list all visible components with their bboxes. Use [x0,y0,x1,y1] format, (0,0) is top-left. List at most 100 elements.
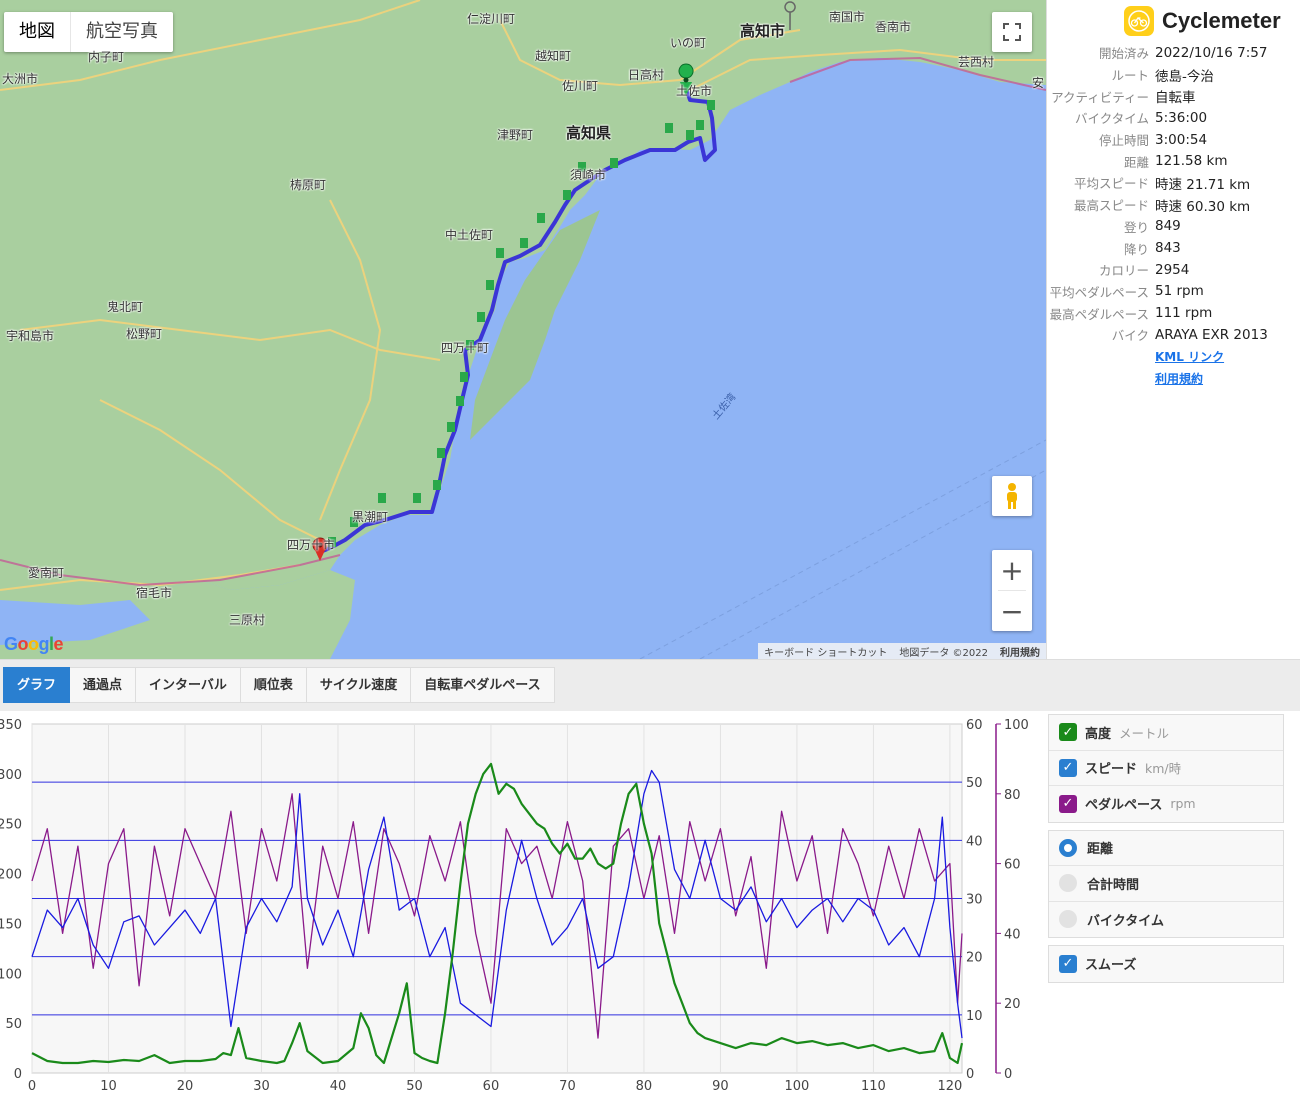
stat-row: ルート 徳島-今治 [1047,64,1300,86]
chart-options: ✓ 高度 メートル ✓ スピード km/時 ✓ ペダルペース rpm 距離 合計時間 バイクタイム … [1048,714,1284,990]
fullscreen-button[interactable] [992,12,1032,52]
radio-icon[interactable] [1059,838,1077,857]
series-unit: km/時 [1145,761,1182,777]
activity-panel: Cyclemeter 開始済み 2022/10/16 7:57 ルート 徳島-今治アク… [1046,0,1300,659]
map-type-satellite[interactable]: 航空写真 [70,12,173,52]
place-label: 芸西村 [958,55,995,69]
stat-row: バイクタイム 5:36:00 [1047,107,1300,129]
radio-icon[interactable] [1059,910,1077,929]
x-mode-option[interactable]: 距離 [1049,831,1283,866]
map-type-toggle[interactable]: 地図 航空写真 [4,12,173,52]
stat-label: ルート [1111,68,1149,84]
series-toggle[interactable]: ✓ スピード km/時 [1049,751,1283,786]
place-label: 鬼北町 [107,300,144,314]
tab-5[interactable]: 自転車ペダルペース [411,667,555,703]
map-attribution: キーボード ショートカット 地図データ ©2022 利用規約 [758,643,1046,659]
left-tick-label: 300 [0,768,22,783]
tab-0[interactable]: グラフ [3,667,71,703]
stat-value: 3:00:54 [1155,131,1208,148]
speed-tick-label: 50 [966,776,983,791]
series-toggles: ✓ 高度 メートル ✓ スピード km/時 ✓ ペダルペース rpm [1048,714,1284,823]
place-label: 安 [1032,76,1045,90]
x-tick-label: 20 [177,1079,194,1094]
stat-row: 開始済み 2022/10/16 7:57 [1047,42,1300,64]
checkbox-icon[interactable]: ✓ [1059,794,1077,813]
place-label: 松野町 [126,327,163,341]
tab-4[interactable]: サイクル速度 [306,667,412,703]
stat-label: 平均ペダルペース [1049,284,1149,300]
map-type-map[interactable]: 地図 [4,12,70,52]
terms-link[interactable]: 利用規約 [1000,644,1040,659]
smooth-toggle[interactable]: ✓ スムーズ [1049,946,1283,982]
tab-2[interactable]: インターバル [136,667,241,703]
stat-value: 自転車 [1155,90,1196,107]
place-label: 愛南町 [28,566,65,580]
stat-value: 843 [1155,240,1181,257]
place-label: 高知市 [740,22,786,40]
stat-row: 登り 849 [1047,216,1300,238]
cadence-tick-label: 40 [1004,927,1021,942]
smooth-label: スムーズ [1085,958,1137,974]
terms-link[interactable]: 利用規約 [1155,370,1203,387]
x-tick-label: 110 [861,1079,886,1094]
tab-1[interactable]: 通過点 [70,667,137,703]
place-label: いの町 [670,36,707,50]
keyboard-shortcuts-link[interactable]: キーボード ショートカット [764,644,887,659]
stat-value: 5:36:00 [1155,109,1208,126]
stat-row: バイク ARAYA EXR 2013 [1047,324,1300,346]
x-mode-label: バイクタイム [1087,913,1164,929]
series-label: 高度 [1085,726,1112,742]
place-label: 越知町 [535,49,572,63]
route-map[interactable]: 地図 航空写真 + − 高知市 南国市 香南市 芸西村 安 仁淀川町 いの町 越… [0,0,1046,659]
checkbox-icon[interactable]: ✓ [1059,758,1077,777]
stat-label: バイクタイム [1074,111,1149,127]
elevation-speed-chart[interactable]: 0 10 20 30 40 50 60 70 80 90 100 110 120 0 50 100 150 200… [0,711,1046,1095]
zoom-control[interactable]: + − [992,550,1032,631]
checkbox-icon[interactable]: ✓ [1059,954,1077,973]
map-data-credit: 地図データ ©2022 [899,647,988,659]
x-tick-label: 80 [636,1079,653,1094]
x-mode-option[interactable]: バイクタイム [1049,902,1283,938]
kml-link[interactable]: KML リンク [1155,348,1224,365]
place-label: 香南市 [875,20,912,34]
place-label: 高知県 [566,124,612,142]
left-tick-label: 100 [0,967,22,982]
left-tick-label: 250 [0,818,22,833]
speed-tick-label: 30 [966,893,983,908]
radio-icon[interactable] [1059,874,1077,893]
tab-strip: グラフ 通過点 インターバル 順位表 サイクル速度 自転車ペダルペース [0,659,1300,711]
street-view-button[interactable] [992,476,1032,516]
series-toggle[interactable]: ✓ 高度 メートル [1049,715,1283,751]
stat-label: カロリー [1098,263,1149,279]
brand: Cyclemeter [1124,6,1281,36]
tab-3[interactable]: 順位表 [240,667,307,703]
stat-value: 51 rpm [1155,283,1204,300]
left-tick-label: 0 [14,1067,22,1082]
stat-label: 最高スピード [1073,198,1149,214]
x-mode-label: 合計時間 [1087,877,1140,893]
stat-row: 距離 121.58 km [1047,150,1300,172]
x-tick-label: 10 [100,1079,117,1094]
series-toggle[interactable]: ✓ ペダルペース rpm [1049,786,1283,822]
place-label: 梼原町 [290,178,327,192]
cadence-tick-label: 60 [1004,858,1021,873]
zoom-out-icon[interactable]: − [1000,591,1023,631]
stat-row: 利用規約 [1047,367,1300,389]
stat-row: 停止時間 3:00:54 [1047,129,1300,151]
place-label: 大洲市 [2,72,39,86]
stat-row: 平均ペダルペース 51 rpm [1047,281,1300,303]
sea-lane [639,439,1046,659]
tab-bar: グラフ 通過点 インターバル 順位表 サイクル速度 自転車ペダルペース [3,667,555,703]
chart-svg[interactable]: 0 10 20 30 40 50 60 70 80 90 100 110 120050100150200… [0,711,1046,1095]
zoom-in-icon[interactable]: + [1000,550,1023,590]
place-label: 宇和島市 [6,329,55,343]
x-mode-option[interactable]: 合計時間 [1049,866,1283,902]
x-tick-label: 50 [406,1079,423,1094]
pegman-icon [1007,483,1017,509]
stat-label: アクティビティー [1051,89,1149,105]
checkbox-icon[interactable]: ✓ [1059,723,1077,742]
place-label: 須崎市 [570,168,607,182]
fullscreen-icon [1003,23,1021,41]
cadence-tick-label: 100 [1004,718,1029,733]
place-label: 宿毛市 [136,586,173,600]
